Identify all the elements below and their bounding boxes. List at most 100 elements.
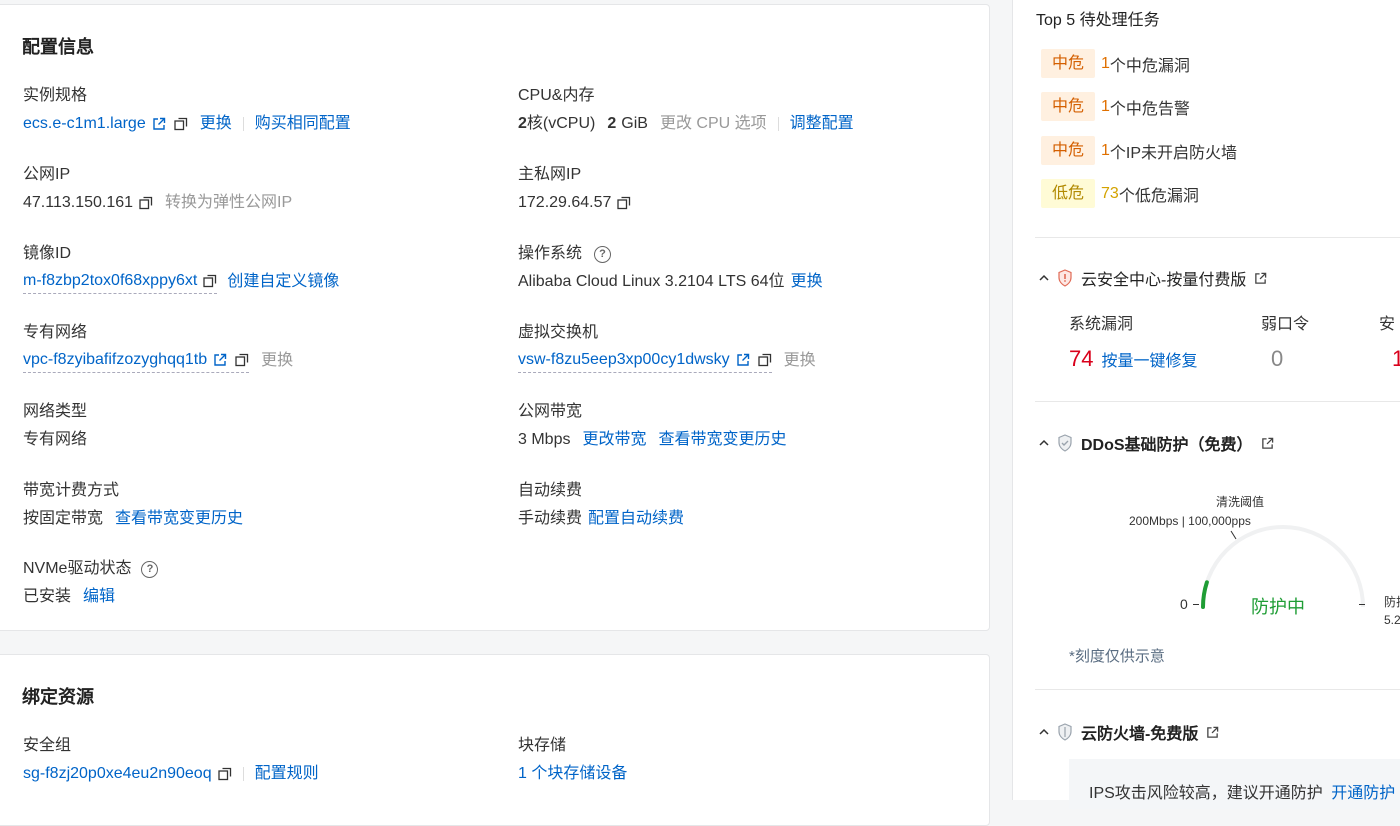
- billing-history-link[interactable]: 查看带宽变更历史: [115, 508, 243, 530]
- vpc-label: 专有网络: [23, 324, 88, 341]
- renew-value: 手动续费: [518, 510, 583, 527]
- field-block-storage: 块存储 1 个块存储设备: [518, 735, 627, 785]
- task-item[interactable]: 中危 1 个中危漏洞: [1041, 49, 1190, 78]
- create-custom-image-link[interactable]: 创建自定义镜像: [227, 271, 339, 293]
- external-link-icon[interactable]: [1206, 726, 1219, 739]
- task-text: 个中危告警: [1109, 100, 1190, 118]
- mem-unit: GiB: [621, 115, 648, 132]
- private-ip-label: 主私网IP: [518, 166, 582, 183]
- task-item[interactable]: 中危 1 个IP未开启防火墙: [1041, 136, 1237, 165]
- severity-badge: 中危: [1041, 136, 1096, 165]
- mem-count: 2: [607, 115, 617, 132]
- net-type-value: 专有网络: [23, 431, 88, 448]
- vuln-label: 系统漏洞: [1069, 316, 1134, 333]
- vuln-count[interactable]: 74: [1069, 346, 1093, 372]
- chevron-up-icon[interactable]: [1039, 438, 1049, 448]
- task-count: 1: [1101, 54, 1110, 72]
- nvme-edit-link[interactable]: 编辑: [83, 586, 115, 608]
- renew-label: 自动续费: [518, 482, 583, 499]
- chevron-up-icon[interactable]: [1039, 727, 1049, 737]
- task-count: 1: [1101, 141, 1110, 159]
- external-link-icon[interactable]: [736, 353, 750, 367]
- help-icon[interactable]: ?: [594, 245, 612, 263]
- change-bandwidth-link[interactable]: 更改带宽: [582, 429, 646, 451]
- chevron-up-icon[interactable]: [1039, 273, 1049, 283]
- severity-badge: 低危: [1041, 179, 1096, 208]
- bandwidth-history-link[interactable]: 查看带宽变更历史: [658, 429, 786, 451]
- sg-link[interactable]: sg-f8zj20p0xe4eu2n90eoq: [23, 763, 212, 785]
- field-public-ip: 公网IP 47.113.150.161 转换为弹性公网IP: [23, 164, 292, 214]
- private-ip-value: 172.29.64.57: [518, 194, 612, 211]
- field-renew: 自动续费 手动续费 配置自动续费: [518, 480, 684, 530]
- scale-note: *刻度仅供示意: [1069, 648, 1165, 665]
- protection-status: 防护中: [1251, 597, 1305, 617]
- copy-icon[interactable]: [174, 117, 188, 131]
- net-type-label: 网络类型: [23, 403, 88, 420]
- external-link-icon[interactable]: [1254, 272, 1267, 285]
- public-ip-label: 公网IP: [23, 166, 71, 183]
- copy-icon[interactable]: [203, 274, 217, 288]
- copy-icon[interactable]: [217, 767, 232, 781]
- billing-value: 按固定带宽: [23, 510, 104, 527]
- config-auto-renew-link[interactable]: 配置自动续费: [588, 508, 684, 530]
- external-link-icon[interactable]: [152, 117, 166, 131]
- field-private-ip: 主私网IP 172.29.64.57: [518, 164, 631, 214]
- third-metric-count: 1: [1392, 346, 1400, 371]
- weak-password-count: 0: [1271, 346, 1284, 371]
- copy-icon[interactable]: [235, 353, 249, 367]
- vswitch-link[interactable]: vsw-f8zu5eep3xp00cy1dwsky: [518, 349, 730, 371]
- enable-protection-link[interactable]: 开通防护: [1331, 785, 1395, 802]
- copy-icon[interactable]: [617, 196, 631, 210]
- field-bandwidth: 公网带宽 3 Mbps 更改带宽 查看带宽变更历史: [518, 401, 787, 451]
- copy-icon[interactable]: [139, 196, 153, 210]
- one-click-fix-link[interactable]: 按量一键修复: [1101, 347, 1197, 371]
- sg-rules-link[interactable]: 配置规则: [255, 763, 319, 785]
- field-cpu-mem: CPU&内存 2 核(vCPU) 2 GiB 更改 CPU 选项 调整配置: [518, 85, 854, 135]
- firewall-header[interactable]: 云防火墙-免费版: [1039, 720, 1219, 744]
- firewall-title: 云防火墙-免费版: [1081, 726, 1199, 743]
- threshold-label: 清洗阈值: [1216, 495, 1265, 509]
- adjust-config-link[interactable]: 调整配置: [790, 113, 854, 135]
- external-link-icon[interactable]: [213, 353, 227, 367]
- vpc-link[interactable]: vpc-f8zyibafifzozyghqq1tb: [23, 349, 207, 371]
- convert-eip-link[interactable]: 转换为弹性公网IP: [165, 192, 292, 214]
- divider: [1035, 689, 1400, 690]
- security-center-header[interactable]: 云安全中心-按量付费版: [1039, 266, 1267, 290]
- severity-badge: 中危: [1041, 92, 1096, 121]
- divider: [1035, 401, 1400, 402]
- divider: [1035, 237, 1400, 238]
- third-metric-label: 安: [1379, 316, 1396, 333]
- task-text: 个中危漏洞: [1109, 57, 1190, 75]
- field-instance-spec: 实例规格 ecs.e-c1m1.large 更换 购买相同配置: [23, 85, 351, 135]
- bandwidth-value: 3 Mbps: [518, 431, 571, 448]
- ddos-header[interactable]: DDoS基础防护（免费）: [1039, 431, 1274, 455]
- task-item[interactable]: 低危 73 个低危漏洞: [1041, 179, 1199, 208]
- gauge-tick: [1193, 604, 1199, 605]
- instance-spec-change-link[interactable]: 更换: [200, 113, 232, 135]
- public-ip-value: 47.113.150.161: [23, 194, 134, 211]
- weak-password-label: 弱口令: [1261, 316, 1310, 333]
- field-nvme: NVMe驱动状态 ? 已安装 编辑: [23, 558, 159, 608]
- image-id-link[interactable]: m-f8zbp2tox0f68xppy6xt: [23, 270, 197, 292]
- task-text: 个低危漏洞: [1118, 187, 1199, 205]
- task-count: 1: [1101, 97, 1110, 115]
- config-card: 配置信息 实例规格 ecs.e-c1m1.large 更换 购买相同配置 CPU…: [0, 4, 990, 631]
- copy-icon[interactable]: [758, 353, 772, 367]
- vswitch-change-link[interactable]: 更换: [784, 350, 816, 372]
- security-center-title: 云安全中心-按量付费版: [1081, 272, 1247, 289]
- field-os: 操作系统 ? Alibaba Cloud Linux 3.2104 LTS 64…: [518, 243, 823, 293]
- buy-same-config-link[interactable]: 购买相同配置: [255, 113, 351, 135]
- change-cpu-options-link[interactable]: 更改 CPU 选项: [660, 113, 767, 135]
- vpc-change-link[interactable]: 更换: [261, 350, 293, 372]
- help-icon[interactable]: ?: [141, 560, 159, 578]
- task-item[interactable]: 中危 1 个中危告警: [1041, 92, 1190, 121]
- severity-badge: 中危: [1041, 49, 1096, 78]
- instance-spec-link[interactable]: ecs.e-c1m1.large: [23, 113, 146, 135]
- external-link-icon[interactable]: [1261, 437, 1274, 450]
- field-image-id: 镜像ID m-f8zbp2tox0f68xppy6xt 创建自定义镜像: [23, 243, 339, 294]
- os-change-link[interactable]: 更换: [791, 271, 823, 293]
- task-text: 个IP未开启防火墙: [1109, 144, 1238, 162]
- storage-link[interactable]: 1 个块存储设备: [518, 763, 627, 785]
- field-net-type: 网络类型 专有网络: [23, 401, 87, 451]
- gauge-min-label: 0: [1180, 596, 1188, 612]
